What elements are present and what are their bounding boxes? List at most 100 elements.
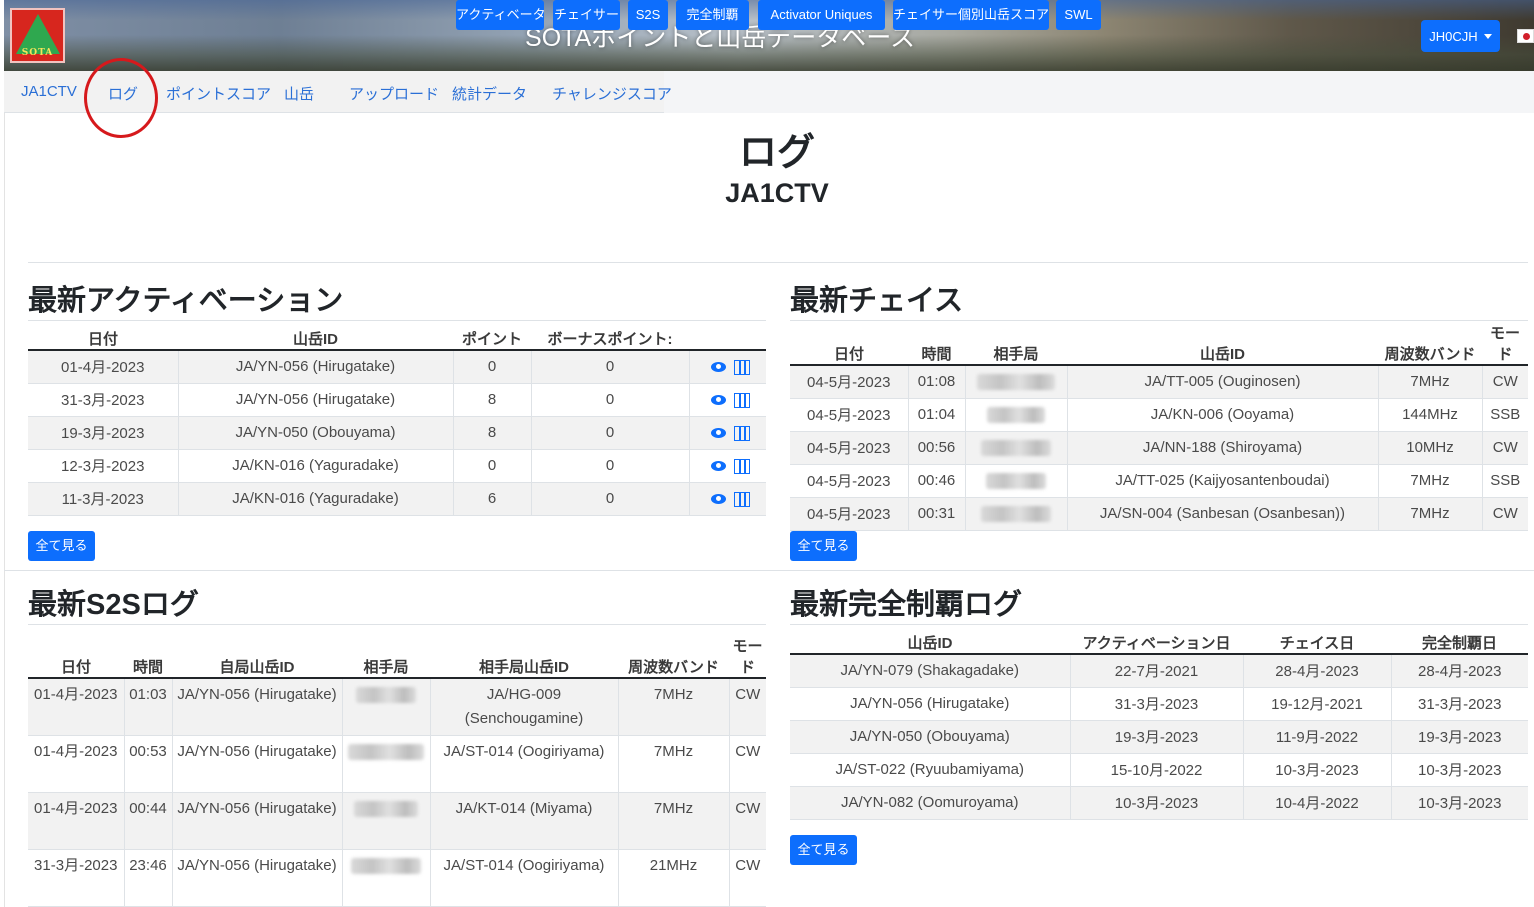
own-summit-link[interactable]: JA/YN-056 (Hirugatake) — [172, 792, 343, 850]
table-row: 01-4月-2023 01:03 JA/YN-056 (Hirugatake) JA/… — [28, 678, 766, 736]
eye-icon[interactable] — [711, 461, 726, 472]
band-cell: 7MHz — [1378, 464, 1483, 498]
band-cell: 10MHz — [1378, 431, 1483, 465]
nav-item-upload[interactable]: アップロード — [349, 83, 439, 104]
summit-link[interactable]: JA/SN-004 (Sanbesan (Osanbesan)) — [1067, 497, 1379, 531]
own-summit-link[interactable]: JA/YN-056 (Hirugatake) — [172, 849, 343, 907]
map-icon[interactable] — [734, 491, 750, 507]
table-row: JA/YN-079 (Shakagadake) 22-7月-2021 28-4月-2… — [790, 654, 1528, 688]
nav-item-callsign[interactable]: JA1CTV — [21, 83, 77, 100]
table-row: JA/YN-082 (Oomuroyama) 10-3月-2023 10-4月-20… — [790, 786, 1528, 820]
other-summit-link[interactable]: JA/ST-014 (Oogiriyama) — [430, 735, 619, 793]
station-callsign-redacted — [342, 849, 431, 907]
chaser-button[interactable]: チェイサー — [553, 0, 620, 30]
bonus-cell: 0 — [531, 449, 690, 483]
actions-cell — [689, 482, 766, 516]
other-summit-link[interactable]: JA/ST-014 (Oogiriyama) — [430, 849, 619, 907]
japan-flag-icon[interactable] — [1517, 29, 1534, 43]
table-row: JA/ST-022 (Ryuubamiyama) 15-10月-2022 10-3月… — [790, 753, 1528, 787]
table-row: 04-5月-2023 00:31 JA/SN-004 (Sanbesan (Osan… — [790, 497, 1528, 531]
summit-link[interactable]: JA/YN-050 (Obouyama) — [178, 416, 454, 450]
date-cell: 11-3月-2023 — [28, 482, 179, 516]
col-points: ポイント — [453, 322, 531, 351]
col-actions — [689, 322, 766, 351]
station-callsign-redacted — [965, 464, 1068, 498]
summit-link[interactable]: JA/YN-056 (Hirugatake) — [178, 350, 454, 384]
s2s-button[interactable]: S2S — [628, 0, 668, 30]
activations-title: 最新アクティベーション — [28, 285, 344, 317]
other-summit-link[interactable]: JA/KT-014 (Miyama) — [430, 792, 619, 850]
nav-item-challenge-score[interactable]: チャレンジスコア — [552, 83, 672, 104]
page-title: ログ — [738, 132, 815, 174]
complete-view-all-button[interactable]: 全て見る — [790, 835, 857, 865]
summit-link[interactable]: JA/NN-188 (Shiroyama) — [1067, 431, 1379, 465]
col-band: 周波数バンド — [1378, 322, 1482, 366]
summit-link[interactable]: JA/ST-022 (Ryuubamiyama) — [790, 753, 1071, 787]
band-cell: 7MHz — [618, 678, 730, 736]
date-cell: 31-3月-2023 — [28, 849, 125, 907]
bonus-cell: 0 — [531, 416, 690, 450]
nav-item-statistics[interactable]: 統計データ — [452, 83, 527, 104]
summit-link[interactable]: JA/TT-005 (Ouginosen) — [1067, 365, 1379, 399]
col-mode: モード — [729, 626, 766, 679]
complete-date-cell: 19-3月-2023 — [1391, 720, 1528, 754]
swl-button[interactable]: SWL — [1056, 0, 1101, 30]
nav-item-summits[interactable]: 山岳 — [284, 83, 314, 104]
nav-item-point-score[interactable]: ポイントスコア — [166, 83, 271, 104]
station-callsign-redacted — [965, 431, 1068, 465]
own-summit-link[interactable]: JA/YN-056 (Hirugatake) — [172, 735, 343, 793]
eye-icon[interactable] — [711, 428, 726, 439]
map-icon[interactable] — [734, 458, 750, 474]
table-row: 01-4月-2023 JA/YN-056 (Hirugatake) 0 0 — [28, 350, 766, 384]
col-summit-id: 山岳ID — [1067, 322, 1378, 366]
table-row: JA/YN-056 (Hirugatake) 31-3月-2023 19-12月-2… — [790, 687, 1528, 721]
date-cell: 04-5月-2023 — [790, 497, 909, 531]
activation-date-cell: 22-7月-2021 — [1070, 654, 1244, 688]
activation-date-cell: 15-10月-2022 — [1070, 753, 1244, 787]
own-summit-link[interactable]: JA/YN-056 (Hirugatake) — [172, 678, 343, 736]
nav-bar: JA1CTV ログ ポイントスコア 山岳 アップロード 統計データ チャレンジス… — [4, 71, 1534, 113]
other-summit-link[interactable]: JA/HG-009 (Senchougamine) — [430, 678, 619, 736]
summit-link[interactable]: JA/TT-025 (Kaijyosantenboudai) — [1067, 464, 1379, 498]
date-cell: 19-3月-2023 — [28, 416, 179, 450]
activation-date-cell: 19-3月-2023 — [1070, 720, 1244, 754]
date-cell: 04-5月-2023 — [790, 431, 909, 465]
band-cell: 144MHz — [1378, 398, 1483, 432]
summit-link[interactable]: JA/YN-056 (Hirugatake) — [178, 383, 454, 417]
time-cell: 00:44 — [124, 792, 173, 850]
eye-icon[interactable] — [711, 395, 726, 406]
time-cell: 00:53 — [124, 735, 173, 793]
bonus-cell: 0 — [531, 482, 690, 516]
chases-title: 最新チェイス — [790, 285, 964, 317]
summit-link[interactable]: JA/KN-016 (Yaguradake) — [178, 449, 454, 483]
summit-link[interactable]: JA/KN-016 (Yaguradake) — [178, 482, 454, 516]
summit-link[interactable]: JA/YN-056 (Hirugatake) — [790, 687, 1071, 721]
activator-button[interactable]: アクティベータ — [456, 0, 546, 30]
table-row: 04-5月-2023 01:08 JA/TT-005 (Ouginosen) 7MHz… — [790, 365, 1528, 399]
caret-down-icon — [1483, 33, 1492, 39]
map-icon[interactable] — [734, 425, 750, 441]
chaser-unique-score-button[interactable]: チェイサー個別山岳スコア — [893, 0, 1049, 30]
activations-view-all-button[interactable]: 全て見る — [28, 531, 95, 561]
activator-uniques-button[interactable]: Activator Uniques — [758, 0, 885, 30]
summit-link[interactable]: JA/YN-082 (Oomuroyama) — [790, 786, 1071, 820]
chase-date-cell: 19-12月-2021 — [1243, 687, 1392, 721]
eye-icon[interactable] — [711, 494, 726, 505]
summit-link[interactable]: JA/KN-006 (Ooyama) — [1067, 398, 1379, 432]
station-callsign-redacted — [342, 792, 431, 850]
s2s-table: 日付 時間 自局山岳ID 相手局 相手局山岳ID 周波数バンド モード 01-4… — [28, 626, 766, 907]
map-icon[interactable] — [734, 392, 750, 408]
user-menu-button[interactable]: JH0CJH — [1421, 20, 1500, 52]
col-other-summit: 相手局山岳ID — [430, 626, 618, 679]
summit-link[interactable]: JA/YN-079 (Shakagadake) — [790, 654, 1071, 688]
col-summit-id: 山岳ID — [790, 626, 1070, 655]
chases-view-all-button[interactable]: 全て見る — [790, 531, 857, 561]
col-summit-id: 山岳ID — [178, 322, 453, 351]
actions-cell — [689, 350, 766, 384]
summit-link[interactable]: JA/YN-050 (Obouyama) — [790, 720, 1071, 754]
eye-icon[interactable] — [711, 362, 726, 373]
sota-logo[interactable]: SOTA — [10, 8, 65, 63]
station-callsign-redacted — [965, 398, 1068, 432]
complete-button[interactable]: 完全制覇 — [676, 0, 749, 30]
map-icon[interactable] — [734, 359, 750, 375]
